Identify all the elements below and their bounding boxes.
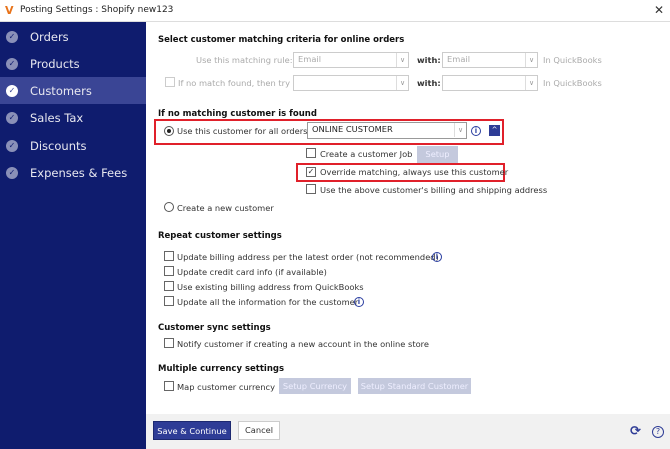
check-icon: ✓: [6, 166, 18, 179]
sidebar-item-expenses-fees[interactable]: ✓ Expenses & Fees: [0, 159, 146, 186]
no-match-heading: If no matching customer is found: [158, 109, 317, 119]
sidebar-item-label: Sales Tax: [30, 110, 84, 125]
sidebar-item-label: Expenses & Fees: [30, 165, 128, 180]
check-icon: ✓: [6, 30, 18, 43]
existing-billing-label: Use existing billing address from QuickB…: [177, 282, 364, 292]
close-button[interactable]: ✕: [654, 3, 664, 17]
sidebar-item-customers[interactable]: ✓ Customers: [0, 77, 146, 104]
override-label: Override matching, always use this custo…: [320, 167, 509, 177]
select-value: Email: [447, 54, 471, 64]
update-all-label: Update all the information for the custo…: [177, 297, 359, 307]
fallback-with-select[interactable]: ∨: [442, 75, 538, 91]
update-credit-card-checkbox[interactable]: [164, 266, 174, 276]
save-continue-button[interactable]: Save & Continue: [153, 421, 231, 440]
existing-billing-checkbox[interactable]: [164, 281, 174, 291]
check-icon: ✓: [6, 111, 18, 124]
check-icon: ✓: [6, 84, 18, 97]
cancel-button[interactable]: Cancel: [238, 421, 280, 440]
help-icon[interactable]: ?: [652, 426, 664, 438]
matching-rule-label: Use this matching rule:: [196, 55, 293, 65]
check-icon: ✓: [6, 57, 18, 70]
collapse-button[interactable]: ^: [489, 125, 500, 136]
use-address-label: Use the above customer's billing and shi…: [320, 185, 548, 195]
use-address-checkbox[interactable]: [306, 184, 316, 194]
fallback-label: If no match found, then try: [178, 78, 290, 88]
title-bar: V Posting Settings : Shopify new123 ✕: [0, 0, 670, 22]
in-quickbooks-label: In QuickBooks: [543, 55, 602, 65]
sidebar-item-label: Products: [30, 56, 80, 71]
chevron-down-icon: ∨: [454, 123, 466, 137]
setup-currency-button[interactable]: Setup Currency: [279, 378, 351, 394]
matching-with-select[interactable]: Email ∨: [442, 52, 538, 68]
sync-heading: Customer sync settings: [158, 323, 271, 333]
create-new-customer-radio[interactable]: [164, 202, 174, 212]
info-icon[interactable]: i: [354, 297, 364, 307]
update-credit-card-label: Update credit card info (if available): [177, 267, 327, 277]
in-quickbooks-label: In QuickBooks: [543, 78, 602, 88]
sidebar-item-label: Discounts: [30, 138, 87, 153]
update-billing-checkbox[interactable]: [164, 251, 174, 261]
fallback-checkbox[interactable]: [165, 77, 175, 87]
sidebar-item-label: Orders: [30, 29, 69, 44]
setup-standard-customer-button[interactable]: Setup Standard Customer: [358, 378, 471, 394]
sidebar-item-discounts[interactable]: ✓ Discounts: [0, 132, 146, 159]
update-all-checkbox[interactable]: [164, 296, 174, 306]
with-label: with:: [417, 78, 441, 88]
sidebar-item-sales-tax[interactable]: ✓ Sales Tax: [0, 104, 146, 131]
customer-select[interactable]: ONLINE CUSTOMER ∨: [307, 122, 467, 139]
repeat-heading: Repeat customer settings: [158, 231, 282, 241]
select-value: Email: [298, 54, 322, 64]
refresh-icon[interactable]: ⟳: [630, 424, 641, 439]
chevron-down-icon: ∨: [396, 53, 408, 67]
use-customer-radio[interactable]: [164, 126, 174, 136]
currency-heading: Multiple currency settings: [158, 364, 285, 374]
info-icon[interactable]: i: [471, 126, 481, 136]
chevron-down-icon: ∨: [525, 76, 537, 90]
info-icon[interactable]: i: [432, 252, 442, 262]
with-label: with:: [417, 55, 441, 65]
create-job-label: Create a customer Job: [320, 149, 413, 159]
matching-heading: Select customer matching criteria for on…: [158, 35, 405, 45]
select-value: ONLINE CUSTOMER: [312, 124, 393, 134]
map-currency-checkbox[interactable]: [164, 381, 174, 391]
notify-customer-label: Notify customer if creating a new accoun…: [177, 339, 430, 349]
chevron-down-icon: ∨: [525, 53, 537, 67]
window-title: Posting Settings : Shopify new123: [20, 5, 174, 15]
create-job-checkbox[interactable]: [306, 148, 316, 158]
update-billing-label: Update billing address per the latest or…: [177, 252, 439, 262]
sidebar-item-products[interactable]: ✓ Products: [0, 50, 146, 77]
matching-rule-select[interactable]: Email ∨: [293, 52, 409, 68]
create-new-customer-label: Create a new customer: [177, 203, 274, 213]
app-logo-icon: V: [5, 4, 14, 17]
setup-button[interactable]: Setup: [417, 146, 458, 163]
use-customer-label: Use this customer for all orders:: [177, 126, 311, 136]
check-icon: ✓: [6, 139, 18, 152]
sidebar-item-orders[interactable]: ✓ Orders: [0, 23, 146, 50]
chevron-down-icon: ∨: [396, 76, 408, 90]
fallback-rule-select[interactable]: ∨: [293, 75, 409, 91]
notify-customer-checkbox[interactable]: [164, 338, 174, 348]
sidebar-item-label: Customers: [30, 83, 92, 98]
sidebar: ✓ Orders ✓ Products ✓ Customers ✓ Sales Tax …: [0, 22, 146, 449]
override-checkbox[interactable]: ✓: [306, 167, 316, 177]
map-currency-label: Map customer currency: [177, 382, 276, 392]
